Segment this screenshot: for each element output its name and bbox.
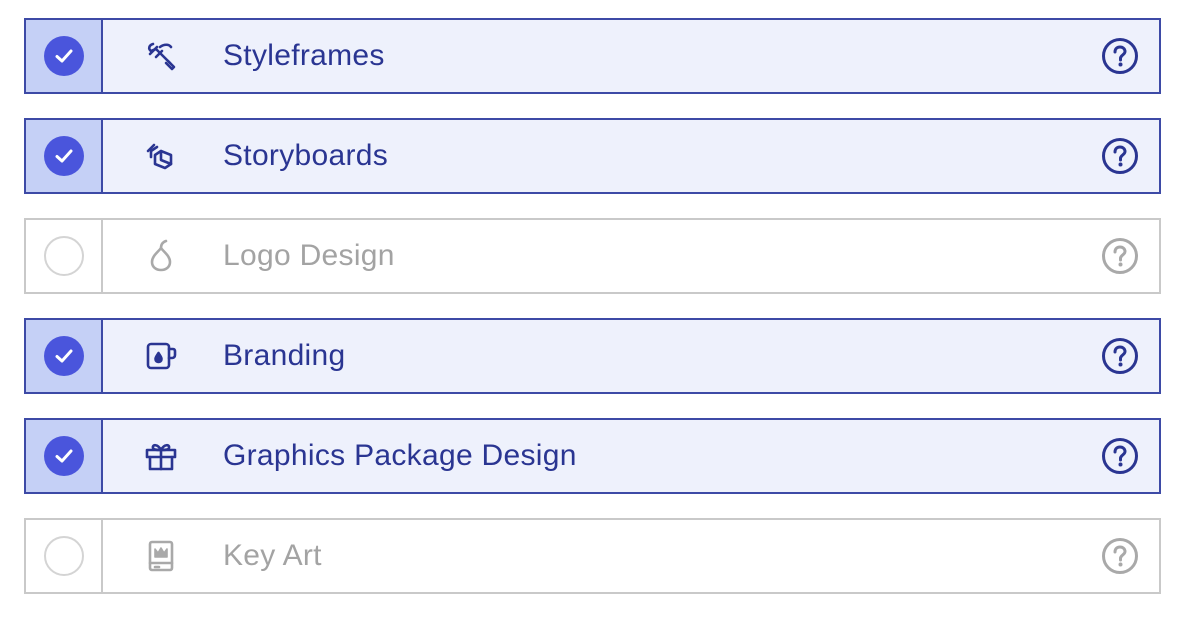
option-row-branding[interactable]: Branding xyxy=(24,318,1161,394)
option-row-storyboards[interactable]: Storyboards xyxy=(24,118,1161,194)
service-options-list: Styleframes Storyboards Logo Design Bran… xyxy=(24,18,1161,618)
checkbox-cell[interactable] xyxy=(26,20,103,92)
checkbox-cell[interactable] xyxy=(26,220,103,292)
gift-icon xyxy=(141,436,181,476)
layers-icon xyxy=(141,136,181,176)
checkbox-cell[interactable] xyxy=(26,420,103,492)
checkbox-cell[interactable] xyxy=(26,320,103,392)
option-row-logo-design[interactable]: Logo Design xyxy=(24,218,1161,294)
option-label: Key Art xyxy=(223,539,322,572)
mug-icon xyxy=(141,336,181,376)
brush-icon xyxy=(141,36,181,76)
checkbox[interactable] xyxy=(43,136,84,176)
checkbox-cell[interactable] xyxy=(26,520,103,592)
checkbox-cell[interactable] xyxy=(26,120,103,192)
option-label: Graphics Package Design xyxy=(223,439,577,472)
help-icon[interactable] xyxy=(1101,137,1139,175)
option-label: Storyboards xyxy=(223,139,389,172)
poster-icon xyxy=(141,536,181,576)
checkbox[interactable] xyxy=(43,536,84,576)
help-icon[interactable] xyxy=(1101,537,1139,575)
checkbox[interactable] xyxy=(43,36,84,76)
help-icon[interactable] xyxy=(1101,37,1139,75)
checkbox[interactable] xyxy=(43,436,84,476)
checkmark-icon xyxy=(55,149,72,163)
checkbox[interactable] xyxy=(43,336,84,376)
help-icon[interactable] xyxy=(1101,337,1139,375)
help-icon[interactable] xyxy=(1101,437,1139,475)
checkmark-icon xyxy=(55,349,72,363)
option-row-key-art[interactable]: Key Art xyxy=(24,518,1161,594)
option-row-graphics-package-design[interactable]: Graphics Package Design xyxy=(24,418,1161,494)
checkmark-icon xyxy=(55,49,72,63)
help-icon[interactable] xyxy=(1101,237,1139,275)
option-row-styleframes[interactable]: Styleframes xyxy=(24,18,1161,94)
option-label: Styleframes xyxy=(223,39,385,72)
checkbox[interactable] xyxy=(43,236,84,276)
option-label: Logo Design xyxy=(223,239,395,272)
option-label: Branding xyxy=(223,339,346,372)
pear-icon xyxy=(141,236,181,276)
checkmark-icon xyxy=(55,449,72,463)
